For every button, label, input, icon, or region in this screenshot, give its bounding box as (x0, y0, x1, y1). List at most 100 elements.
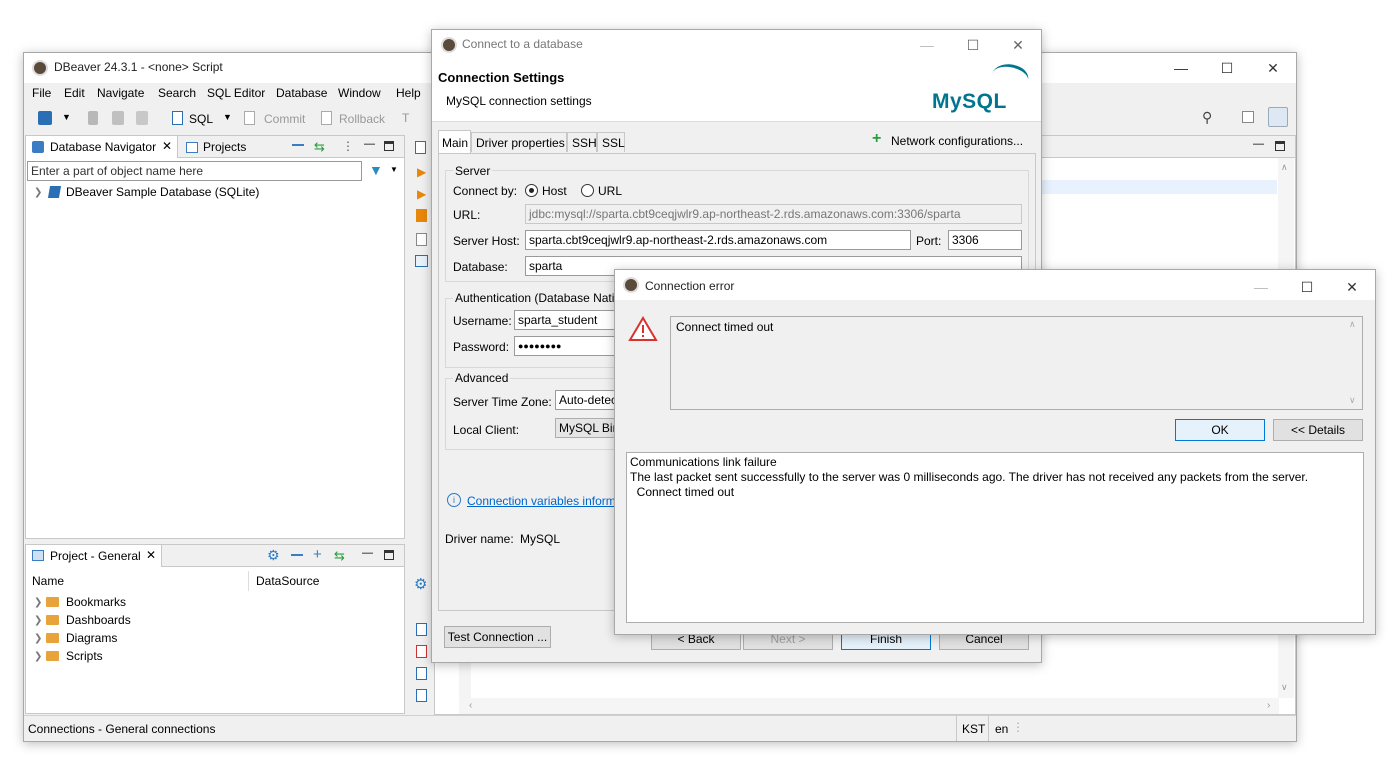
minimize-panel-icon[interactable]: — (1253, 138, 1264, 150)
details-button[interactable]: << Details (1273, 419, 1363, 441)
connect-icon[interactable] (88, 111, 98, 125)
password-input[interactable]: ●●●●●●●● (514, 336, 624, 356)
collapse-icon[interactable] (292, 144, 304, 146)
reconnect-icon[interactable] (112, 111, 124, 125)
status-locale[interactable]: en (995, 722, 1008, 736)
port-input[interactable]: 3306 (948, 230, 1022, 250)
filter-icon[interactable]: ▼ (369, 162, 383, 178)
tab-driver-properties[interactable]: Driver properties (471, 132, 567, 152)
terminal-icon[interactable] (415, 255, 428, 267)
scroll-left-icon[interactable]: ‹ (469, 700, 472, 711)
tree-item-dashboards[interactable]: Dashboards (66, 613, 131, 627)
username-input[interactable]: sparta_student (514, 310, 624, 330)
execute-statement-icon[interactable]: ▶ (417, 187, 426, 201)
scroll-down-icon[interactable]: ∨ (1349, 395, 1356, 406)
commit-button-label[interactable]: Commit (264, 112, 305, 126)
explain-icon[interactable] (416, 233, 427, 246)
expand-icon[interactable]: + (313, 546, 322, 563)
close-tab-icon[interactable]: ✕ (162, 139, 172, 153)
link-editor-icon[interactable]: ⇆ (314, 139, 325, 155)
tab-ssh[interactable]: SSH (567, 132, 597, 152)
maximize-icon[interactable]: ☐ (958, 34, 988, 56)
transaction-mode-icon[interactable]: T (402, 111, 414, 125)
chevron-down-icon[interactable]: ▼ (223, 112, 232, 122)
server-host-input[interactable]: sparta.cbt9ceqjwlr9.ap-northeast-2.rds.a… (525, 230, 911, 250)
scroll-down-icon[interactable]: ∨ (1281, 682, 1288, 693)
tree-item-sample-db[interactable]: DBeaver Sample Database (SQLite) (66, 185, 259, 199)
tab-ssl[interactable]: SSL (597, 132, 625, 152)
scroll-up-icon[interactable]: ∧ (1281, 162, 1288, 173)
tree-expand-icon[interactable]: ❯ (34, 651, 42, 662)
tree-item-bookmarks[interactable]: Bookmarks (66, 595, 126, 609)
variables-icon[interactable] (416, 667, 427, 680)
status-timezone[interactable]: KST (962, 722, 985, 736)
outline-icon[interactable] (416, 689, 427, 702)
new-connection-icon[interactable] (38, 111, 52, 125)
maximize-icon[interactable]: ☐ (1292, 276, 1322, 298)
sql-button-label[interactable]: SQL (189, 112, 213, 126)
maximize-panel-icon[interactable] (384, 141, 394, 151)
network-configurations-link[interactable]: Network configurations... (891, 134, 1023, 148)
tree-expand-icon[interactable]: ❯ (34, 187, 42, 198)
perspective-icon[interactable] (1242, 111, 1254, 123)
rollback-button-label[interactable]: Rollback (339, 112, 385, 126)
menu-navigate[interactable]: Navigate (97, 86, 144, 100)
menu-sql-editor[interactable]: SQL Editor (207, 86, 265, 100)
test-connection-button[interactable]: Test Connection ... (444, 626, 551, 648)
tree-item-diagrams[interactable]: Diagrams (66, 631, 117, 645)
radio-url[interactable] (581, 184, 594, 197)
radio-host-selected[interactable] (525, 184, 538, 197)
menu-database[interactable]: Database (276, 86, 327, 100)
tree-item-scripts[interactable]: Scripts (66, 649, 103, 663)
minimize-icon[interactable]: — (1246, 276, 1276, 298)
radio-url-label[interactable]: URL (598, 184, 622, 198)
sql-editor-icon[interactable] (172, 111, 183, 125)
minimize-icon[interactable]: — (1166, 57, 1196, 79)
gear-icon[interactable]: ⚙ (414, 575, 427, 593)
editor-horizontal-scrollbar[interactable]: ‹ › (459, 698, 1279, 714)
tree-expand-icon[interactable]: ❯ (34, 633, 42, 644)
collapse-icon[interactable] (291, 554, 303, 556)
maximize-icon[interactable]: ☐ (1212, 57, 1242, 79)
export-icon[interactable] (416, 623, 427, 636)
minimize-panel-icon[interactable]: — (364, 138, 375, 150)
tab-project-general[interactable]: Project - General ✕ (26, 545, 162, 567)
maximize-panel-icon[interactable] (1275, 141, 1285, 151)
link-editor-icon[interactable]: ⇆ (334, 548, 345, 564)
menu-edit[interactable]: Edit (64, 86, 85, 100)
close-icon[interactable]: ✕ (1003, 34, 1033, 56)
close-tab-icon[interactable]: ✕ (146, 548, 156, 562)
execute-script-icon[interactable] (416, 209, 427, 222)
menu-window[interactable]: Window (338, 86, 381, 100)
menu-file[interactable]: File (32, 86, 51, 100)
radio-host-label[interactable]: Host (542, 184, 567, 198)
scroll-right-icon[interactable]: › (1267, 700, 1270, 711)
view-menu-icon[interactable]: ⋮ (342, 139, 354, 153)
execute-icon[interactable]: ▶ (417, 165, 426, 179)
maximize-panel-icon[interactable] (384, 550, 394, 560)
chevron-down-icon[interactable]: ▼ (62, 112, 71, 122)
navigator-filter-input[interactable]: Enter a part of object name here (27, 161, 362, 181)
minimize-icon[interactable]: — (912, 34, 942, 56)
column-header-datasource[interactable]: DataSource (256, 574, 319, 588)
tab-database-navigator[interactable]: Database Navigator ✕ (26, 136, 178, 158)
plus-icon[interactable]: + (872, 130, 881, 148)
error-details-box[interactable]: Communications link failure The last pac… (626, 452, 1364, 623)
scroll-up-icon[interactable]: ∧ (1349, 319, 1356, 330)
close-icon[interactable]: ✕ (1337, 276, 1367, 298)
connection-variables-link[interactable]: Connection variables inform (467, 494, 616, 508)
menu-search[interactable]: Search (158, 86, 196, 100)
column-header-name[interactable]: Name (32, 574, 64, 588)
dbeaver-perspective-icon[interactable] (1268, 107, 1288, 127)
close-icon[interactable]: ✕ (1258, 57, 1288, 79)
tab-main[interactable]: Main (438, 130, 471, 154)
tree-expand-icon[interactable]: ❯ (34, 597, 42, 608)
menu-help[interactable]: Help (396, 86, 421, 100)
sql-file-icon[interactable] (415, 141, 426, 154)
chevron-down-icon[interactable]: ▼ (390, 165, 398, 174)
import-icon[interactable] (416, 645, 427, 658)
minimize-panel-icon[interactable]: — (362, 547, 373, 559)
search-icon[interactable]: ⚲ (1202, 109, 1216, 125)
disconnect-icon[interactable] (136, 111, 148, 125)
ok-button[interactable]: OK (1175, 419, 1265, 441)
